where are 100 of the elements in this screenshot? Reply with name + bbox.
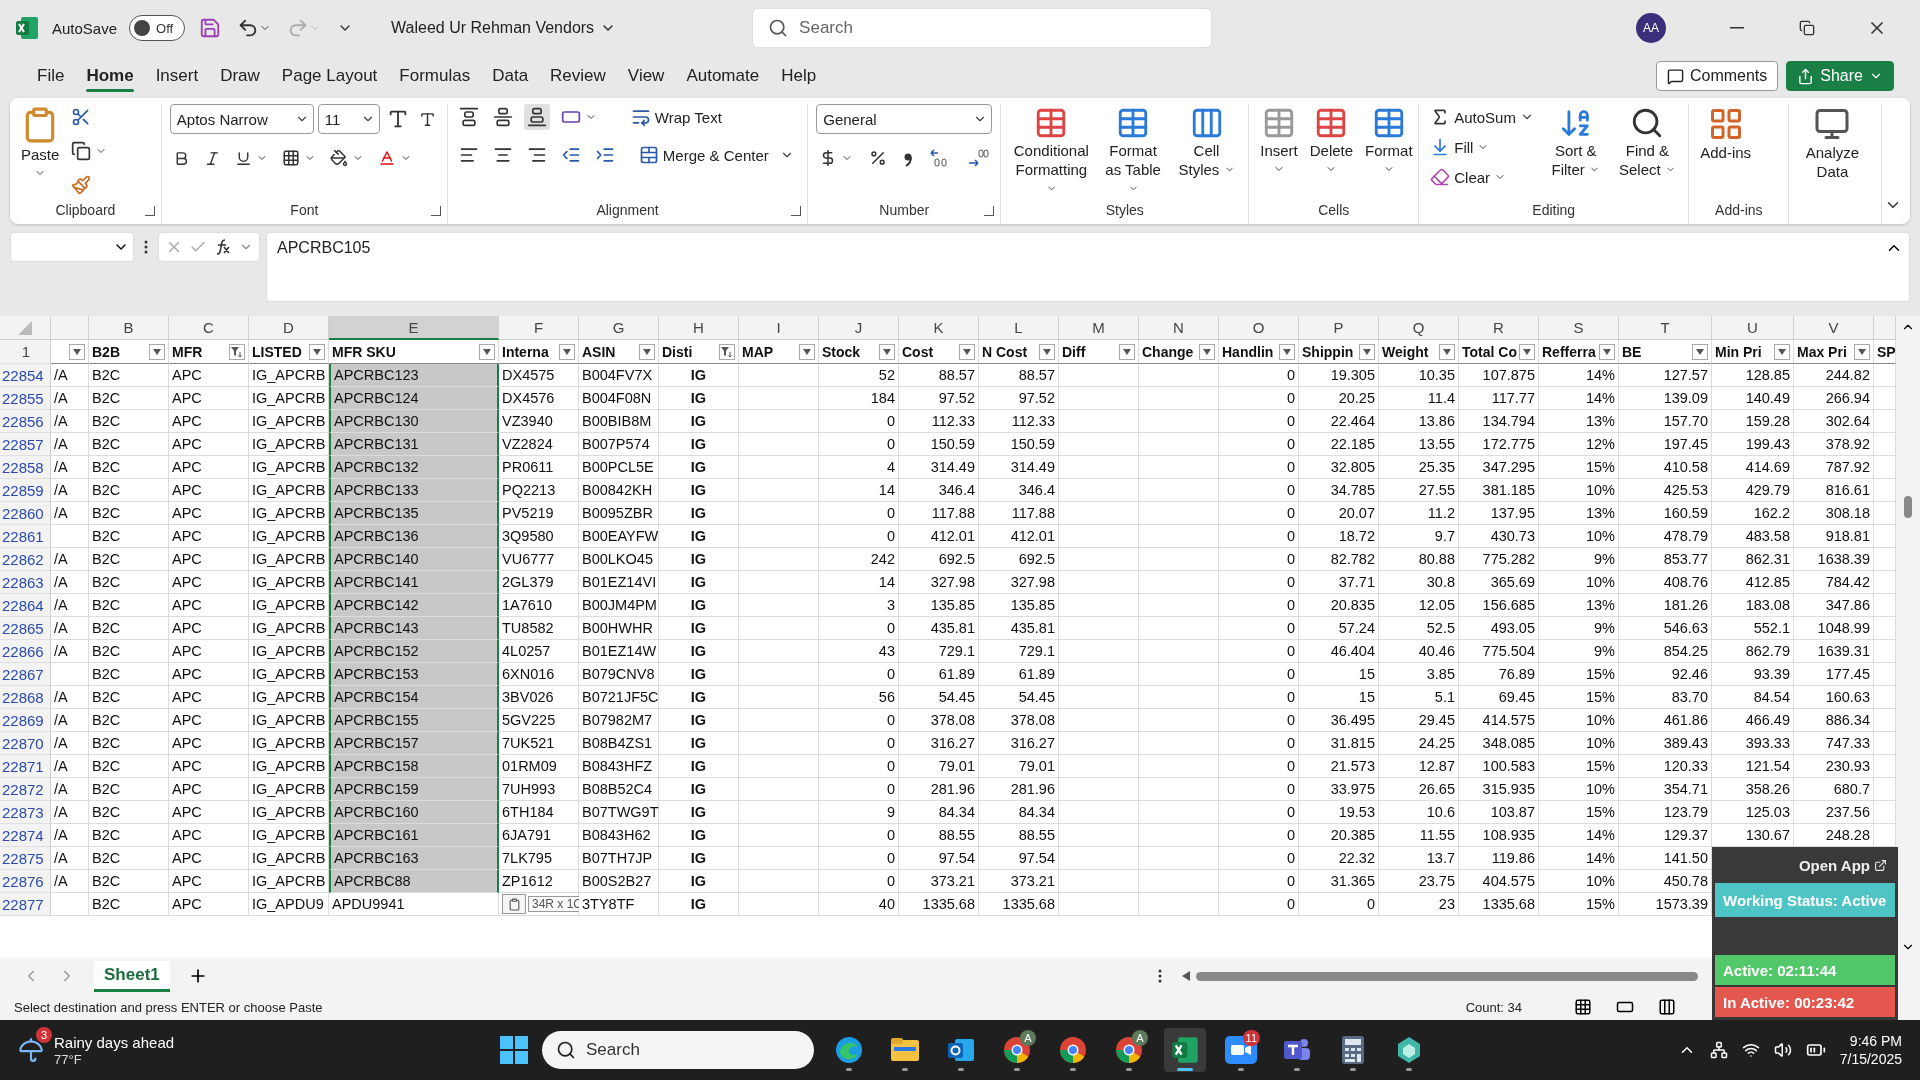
column-header[interactable]: F xyxy=(499,316,579,340)
row-header[interactable]: 22874 xyxy=(0,824,51,847)
filter-dropdown-button[interactable] xyxy=(1359,343,1375,360)
filter-dropdown-button[interactable] xyxy=(879,343,895,360)
column-header[interactable]: D xyxy=(249,316,329,340)
row-header[interactable]: 22863 xyxy=(0,571,51,594)
row-header[interactable]: 22875 xyxy=(0,847,51,870)
row-header[interactable]: 22855 xyxy=(0,387,51,410)
taskbar-app[interactable]: A xyxy=(1108,1028,1150,1072)
filter-dropdown-button[interactable] xyxy=(479,343,495,360)
filter-dropdown-button[interactable] xyxy=(309,343,325,360)
filter-dropdown-button[interactable] xyxy=(1774,343,1790,360)
column-header[interactable]: L xyxy=(979,316,1059,340)
volume-icon[interactable] xyxy=(1773,1041,1792,1059)
row-header[interactable]: 22856 xyxy=(0,410,51,433)
editing-button[interactable]: Sort & Filter xyxy=(1542,104,1609,182)
menu-tab[interactable]: Formulas xyxy=(388,60,482,92)
autosave-toggle[interactable]: Off xyxy=(129,15,186,41)
clock[interactable]: 9:46 PM 7/15/2025 xyxy=(1839,1033,1902,1067)
row-header[interactable]: 22872 xyxy=(0,778,51,801)
row-header[interactable]: 22869 xyxy=(0,709,51,732)
row-header[interactable]: 22873 xyxy=(0,801,51,824)
merge-center-button[interactable]: Merge & Center xyxy=(635,142,772,168)
row-header[interactable]: 22857 xyxy=(0,433,51,456)
wrap-text-button[interactable]: Wrap Text xyxy=(627,104,725,130)
number-format-select[interactable]: General xyxy=(816,104,993,134)
taskbar-search[interactable]: Search xyxy=(542,1031,814,1069)
row-header[interactable]: 22854 xyxy=(0,364,51,387)
bottom-align-button[interactable] xyxy=(523,104,550,130)
menu-tab[interactable]: Data xyxy=(481,60,540,92)
comments-button[interactable]: Comments xyxy=(1655,61,1779,91)
more-icon[interactable] xyxy=(144,240,148,254)
column-header[interactable]: R xyxy=(1459,316,1539,340)
paste-button[interactable]: Paste xyxy=(18,104,63,181)
filter-dropdown-button[interactable] xyxy=(799,343,815,360)
menu-tab[interactable]: View xyxy=(616,60,676,92)
normal-view-icon[interactable] xyxy=(1574,998,1592,1016)
column-header[interactable]: T xyxy=(1619,316,1712,340)
menu-tab[interactable]: Home xyxy=(75,60,145,92)
filter-dropdown-button[interactable] xyxy=(1119,343,1135,360)
menu-tab[interactable]: Page Layout xyxy=(270,60,389,92)
open-app-link[interactable]: Open App xyxy=(1798,856,1887,874)
column-header[interactable]: P xyxy=(1299,316,1379,340)
row-header[interactable]: 22860 xyxy=(0,502,51,525)
scroll-left-icon[interactable] xyxy=(1182,971,1190,981)
row-header[interactable]: 22858 xyxy=(0,456,51,479)
row-header[interactable]: 22871 xyxy=(0,755,51,778)
cells-button[interactable]: Format xyxy=(1362,104,1416,177)
more-icon[interactable] xyxy=(1158,969,1162,983)
add-ins-button[interactable]: Add-ins xyxy=(1697,104,1755,165)
column-header[interactable]: J xyxy=(819,316,899,340)
filter-dropdown-button[interactable] xyxy=(639,343,655,360)
menu-tab[interactable]: Review xyxy=(539,60,617,92)
row-header[interactable]: 22859 xyxy=(0,479,51,502)
row-header[interactable]: 22867 xyxy=(0,663,51,686)
wifi-icon[interactable] xyxy=(1741,1041,1760,1059)
row-header[interactable]: 22862 xyxy=(0,548,51,571)
filter-dropdown-button[interactable] xyxy=(1039,343,1055,360)
row-header[interactable]: 22866 xyxy=(0,640,51,663)
row-header[interactable]: 22876 xyxy=(0,870,51,893)
filter-dropdown-button[interactable] xyxy=(1519,343,1535,360)
taskbar-app[interactable]: A xyxy=(996,1028,1038,1072)
autosum-button[interactable]: AutoSum xyxy=(1427,104,1537,130)
cells-button[interactable]: Delete xyxy=(1306,104,1357,177)
user-avatar[interactable]: AA xyxy=(1636,13,1666,43)
menu-tab[interactable]: Help xyxy=(770,60,828,92)
analyze-data-button[interactable]: Analyze Data xyxy=(1797,104,1868,184)
column-header[interactable]: B xyxy=(89,316,169,340)
row-header[interactable]: 22877 xyxy=(0,893,51,916)
network-icon[interactable] xyxy=(1709,1041,1728,1059)
filter-dropdown-button[interactable] xyxy=(1279,343,1295,360)
column-header[interactable]: Q xyxy=(1379,316,1459,340)
menu-tab[interactable]: Automate xyxy=(675,60,771,92)
column-header[interactable]: K xyxy=(899,316,979,340)
row-header[interactable]: 22868 xyxy=(0,686,51,709)
fill-button[interactable]: Fill xyxy=(1427,134,1537,160)
styles-button[interactable]: Conditional Formatting xyxy=(1009,104,1094,201)
column-header[interactable]: C xyxy=(169,316,249,340)
menu-tab[interactable]: File xyxy=(26,60,76,92)
filtered-dropdown-button[interactable] xyxy=(719,343,735,360)
search-field[interactable]: Search xyxy=(752,8,1213,48)
filter-dropdown-button[interactable] xyxy=(149,343,165,360)
filter-dropdown-button[interactable] xyxy=(1199,343,1215,360)
column-header[interactable]: I xyxy=(739,316,819,340)
styles-button[interactable]: Cell Styles xyxy=(1172,104,1241,182)
filter-dropdown-button[interactable] xyxy=(1439,343,1455,360)
document-title[interactable]: Waleed Ur Rehman Vendors xyxy=(385,18,623,38)
formula-input[interactable]: APCRBC105 xyxy=(266,232,1910,302)
column-header[interactable]: E xyxy=(329,316,499,340)
column-header[interactable]: N xyxy=(1139,316,1219,340)
styles-button[interactable]: Format as Table xyxy=(1099,104,1167,201)
paste-options-button[interactable] xyxy=(502,894,526,914)
font-size-select[interactable]: 11 xyxy=(317,104,380,134)
page-break-icon[interactable] xyxy=(1658,998,1676,1016)
clear-button[interactable]: Clear xyxy=(1427,164,1537,190)
column-header[interactable]: O xyxy=(1219,316,1299,340)
filter-dropdown-button[interactable] xyxy=(1692,343,1708,360)
filtered-dropdown-button[interactable] xyxy=(229,343,245,360)
font-name-select[interactable]: Aptos Narrow xyxy=(169,104,314,134)
vertical-scrollbar[interactable] xyxy=(1896,316,1920,958)
